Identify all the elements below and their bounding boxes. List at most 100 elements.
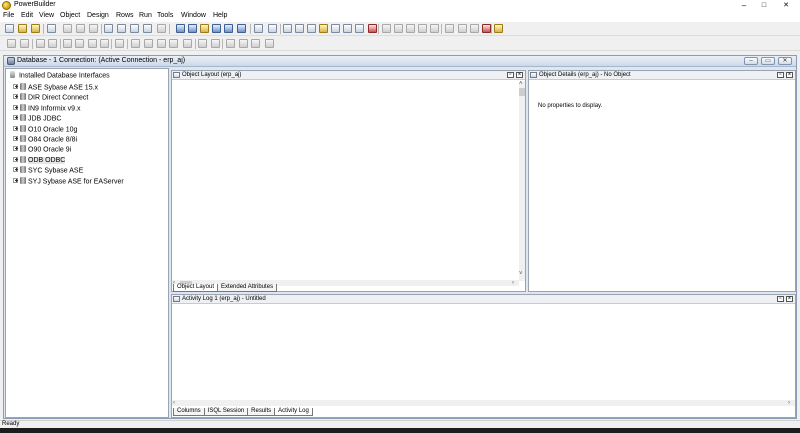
object-details-restore-button[interactable]: ▫ <box>777 72 784 78</box>
tab-object-layout[interactable]: Object Layout <box>173 284 219 292</box>
connect-icon[interactable] <box>445 24 454 33</box>
history-icon[interactable] <box>251 39 260 48</box>
object-layout-close-button[interactable]: × <box>516 72 523 78</box>
object-layout-vscroll[interactable]: ˄ ˅ <box>519 81 525 281</box>
debug-icon[interactable] <box>76 24 85 33</box>
undo-icon[interactable] <box>254 24 263 33</box>
expand-icon[interactable] <box>13 125 18 131</box>
expand-icon[interactable] <box>13 177 18 183</box>
activity-log-close-button[interactable]: × <box>786 296 793 302</box>
menu-edit[interactable]: Edit <box>21 12 33 19</box>
tree-item-odb[interactable]: ODB ODBC <box>13 155 66 165</box>
new-table-icon[interactable] <box>176 24 185 33</box>
tree-item-ase[interactable]: ASE Sybase ASE 15.x <box>13 83 98 91</box>
index-icon[interactable] <box>343 24 352 33</box>
export-icon[interactable] <box>237 24 246 33</box>
menu-file[interactable]: File <box>3 12 14 19</box>
object-details-close-button[interactable]: × <box>786 72 793 78</box>
db-window-restore-button[interactable]: ▭ <box>761 57 775 65</box>
arrange-icon[interactable] <box>382 24 391 33</box>
pin-icon[interactable] <box>470 24 479 33</box>
copy-icon[interactable] <box>295 24 304 33</box>
menu-help[interactable]: Help <box>213 12 227 19</box>
next-row-icon[interactable] <box>88 39 97 48</box>
tree-root[interactable]: Installed Database Interfaces <box>8 71 110 79</box>
execute-icon[interactable] <box>226 39 235 48</box>
db-window-minimize-button[interactable]: – <box>744 57 758 65</box>
tree-item-o10[interactable]: O10 Oracle 10g <box>13 124 77 133</box>
grid-icon[interactable] <box>104 24 113 33</box>
window-minimize-button-2[interactable]: – <box>736 0 752 11</box>
open-table-icon[interactable] <box>200 24 209 33</box>
tree-item-dir[interactable]: DIR Direct Connect <box>13 93 88 102</box>
tree-item-syc[interactable]: SYC Sybase ASE <box>13 166 83 175</box>
grid-toggle-icon[interactable] <box>183 39 192 48</box>
sql-save-icon[interactable] <box>265 39 274 48</box>
sql-icon[interactable] <box>224 24 233 33</box>
db-window-close-button[interactable]: ✕ <box>778 57 792 65</box>
layout-v-icon[interactable] <box>406 24 415 33</box>
object-layout-restore-button[interactable]: ▫ <box>507 72 514 78</box>
key-icon[interactable] <box>355 24 364 33</box>
expand-icon[interactable] <box>13 94 18 100</box>
menu-run[interactable]: Run <box>139 12 152 19</box>
preview-icon[interactable] <box>20 39 29 48</box>
tree-item-in9[interactable]: IN9 Informix v9.x <box>13 103 81 112</box>
tab-isql-session[interactable]: ISQL Session <box>203 408 249 416</box>
print-rows-icon[interactable] <box>115 39 124 48</box>
paste-rows-icon[interactable] <box>157 39 166 48</box>
tree-item-jdb[interactable]: JDB JDBC <box>13 114 61 123</box>
print-icon[interactable] <box>7 39 16 48</box>
copy-rows-icon[interactable] <box>144 39 153 48</box>
expand-icon[interactable] <box>13 115 18 121</box>
inherit-icon[interactable] <box>18 24 27 33</box>
new-icon[interactable] <box>5 24 14 33</box>
disconnect-icon[interactable] <box>458 24 467 33</box>
close-painter-icon[interactable] <box>157 24 166 33</box>
table-list-icon[interactable] <box>319 24 328 33</box>
expand-icon[interactable] <box>13 136 18 141</box>
cut-icon[interactable] <box>283 24 292 33</box>
first-row-icon[interactable] <box>63 39 72 48</box>
expand-icon[interactable] <box>13 146 18 152</box>
tree-item-o90[interactable]: O90 Oracle 9i <box>13 145 71 154</box>
tab-extended-attributes[interactable]: Extended Attributes <box>217 284 278 292</box>
tree-item-o84[interactable]: O84 Oracle 8/8i <box>13 135 77 143</box>
window-maximize-button-2[interactable]: □ <box>756 0 772 11</box>
layout-icon[interactable] <box>117 24 126 33</box>
menu-design[interactable]: Design <box>87 12 109 19</box>
menu-rows[interactable]: Rows <box>116 12 134 19</box>
menu-window[interactable]: Window <box>181 12 206 19</box>
open-icon[interactable] <box>31 24 40 33</box>
tile-icon[interactable] <box>430 24 439 33</box>
expand-icon[interactable] <box>13 84 18 89</box>
tab-columns[interactable]: Columns <box>173 408 205 416</box>
query-icon[interactable] <box>36 39 45 48</box>
menu-object[interactable]: Object <box>60 12 80 19</box>
menu-tools[interactable]: Tools <box>157 12 173 19</box>
database-icon[interactable] <box>130 24 139 33</box>
run-icon[interactable] <box>63 24 72 33</box>
expand-icon[interactable] <box>13 156 18 162</box>
new-view-icon[interactable] <box>188 24 197 33</box>
last-row-icon[interactable] <box>100 39 109 48</box>
drop-icon[interactable] <box>368 24 377 33</box>
activity-log-restore-button[interactable]: ▫ <box>777 296 784 302</box>
tree-item-syj[interactable]: SYJ Sybase ASE for EAServer <box>13 176 124 185</box>
explain-icon[interactable] <box>239 39 248 48</box>
expand-icon[interactable] <box>13 167 18 173</box>
clear-icon[interactable] <box>169 39 178 48</box>
column-icon[interactable] <box>331 24 340 33</box>
window-close-button[interactable]: ✕ <box>778 0 794 11</box>
expand-icon[interactable] <box>13 104 18 110</box>
cut-rows-icon[interactable] <box>131 39 140 48</box>
tab-results[interactable]: Results <box>247 408 276 416</box>
exit-icon[interactable] <box>494 24 503 33</box>
cascade-icon[interactable] <box>418 24 427 33</box>
uncomment-icon[interactable] <box>211 39 220 48</box>
tab-activity-log[interactable]: Activity Log <box>274 408 313 416</box>
retrieve-icon[interactable] <box>48 39 57 48</box>
activity-log-hscroll[interactable]: ‹ › <box>172 400 795 406</box>
paste-icon[interactable] <box>307 24 316 33</box>
comment-icon[interactable] <box>198 39 207 48</box>
